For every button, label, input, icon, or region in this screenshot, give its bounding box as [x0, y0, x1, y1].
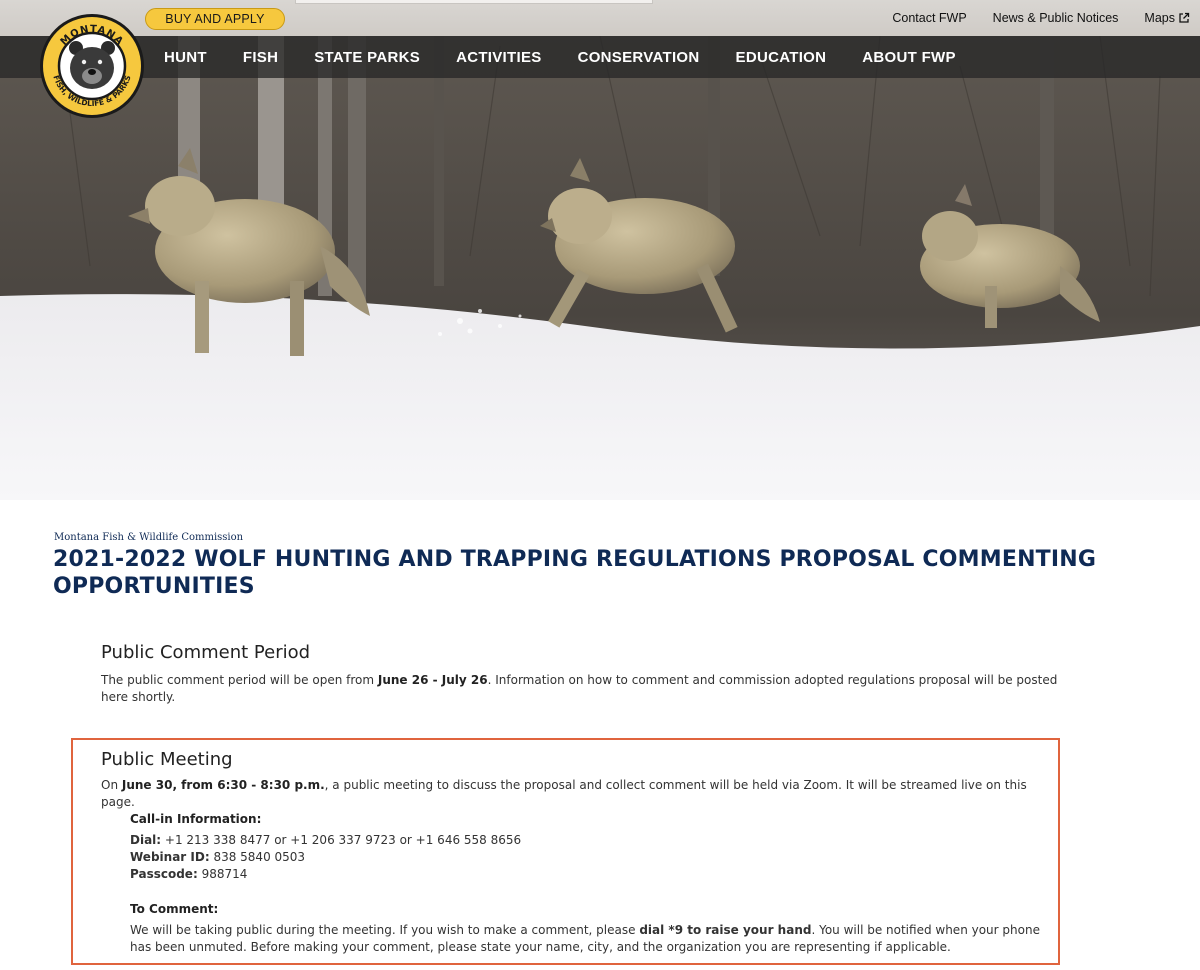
webinar-id-line: Webinar ID: 838 5840 0503	[130, 850, 306, 864]
maps-link[interactable]: Maps	[1144, 11, 1190, 25]
buy-and-apply-button[interactable]: BUY AND APPLY	[145, 8, 285, 30]
nav-conservation[interactable]: CONSERVATION	[578, 49, 700, 66]
nav-fish[interactable]: FISH	[243, 49, 278, 66]
public-comment-period-section: Public Comment Period The public comment…	[101, 642, 1061, 706]
hero-image	[0, 36, 1200, 500]
nav-hunt[interactable]: HUNT	[164, 49, 207, 66]
call-in-heading: Call-in Information:	[130, 812, 262, 826]
comment-period-heading: Public Comment Period	[101, 642, 311, 663]
public-meeting-heading: Public Meeting	[101, 749, 233, 770]
news-public-notices-link[interactable]: News & Public Notices	[993, 11, 1119, 25]
contact-fwp-link[interactable]: Contact FWP	[892, 11, 966, 25]
to-comment-section: To Comment: We will be taking public dur…	[130, 902, 1050, 956]
public-meeting-text: On June 30, from 6:30 - 8:30 p.m., a pub…	[101, 778, 1027, 809]
main-nav: HUNT FISH STATE PARKS ACTIVITIES CONSERV…	[0, 36, 1200, 78]
maps-link-label: Maps	[1144, 11, 1175, 25]
comment-period-text: The public comment period will be open f…	[101, 673, 1058, 704]
call-in-information: Call-in Information: Dial: +1 213 338 84…	[130, 812, 1050, 883]
public-meeting-section: Public Meeting On June 30, from 6:30 - 8…	[101, 749, 1061, 811]
utility-links: Contact FWP News & Public Notices Maps	[866, 11, 1190, 25]
nav-education[interactable]: EDUCATION	[736, 49, 827, 66]
dial-line: Dial: +1 213 338 8477 or +1 206 337 9723…	[130, 833, 522, 847]
passcode-line: Passcode: 988714	[130, 867, 248, 881]
to-comment-heading: To Comment:	[130, 902, 219, 916]
page-title: 2021-2022 WOLF HUNTING AND TRAPPING REGU…	[53, 547, 1097, 599]
kicker: Montana Fish & Wildlife Commission	[54, 532, 244, 543]
nav-activities[interactable]: ACTIVITIES	[456, 49, 542, 66]
search-strip	[295, 0, 653, 4]
fwp-logo[interactable]: MONTANA FISH, WILDLIFE & PARKS	[38, 12, 146, 120]
to-comment-text: We will be taking public during the meet…	[130, 923, 1040, 954]
bear-logo-icon: MONTANA FISH, WILDLIFE & PARKS	[40, 14, 144, 118]
utility-bar: BUY AND APPLY Contact FWP News & Public …	[0, 0, 1200, 36]
nav-about-fwp[interactable]: ABOUT FWP	[862, 49, 956, 66]
external-link-icon	[1179, 12, 1190, 23]
nav-state-parks[interactable]: STATE PARKS	[314, 49, 420, 66]
wolves-in-snow-photo	[0, 36, 1200, 500]
